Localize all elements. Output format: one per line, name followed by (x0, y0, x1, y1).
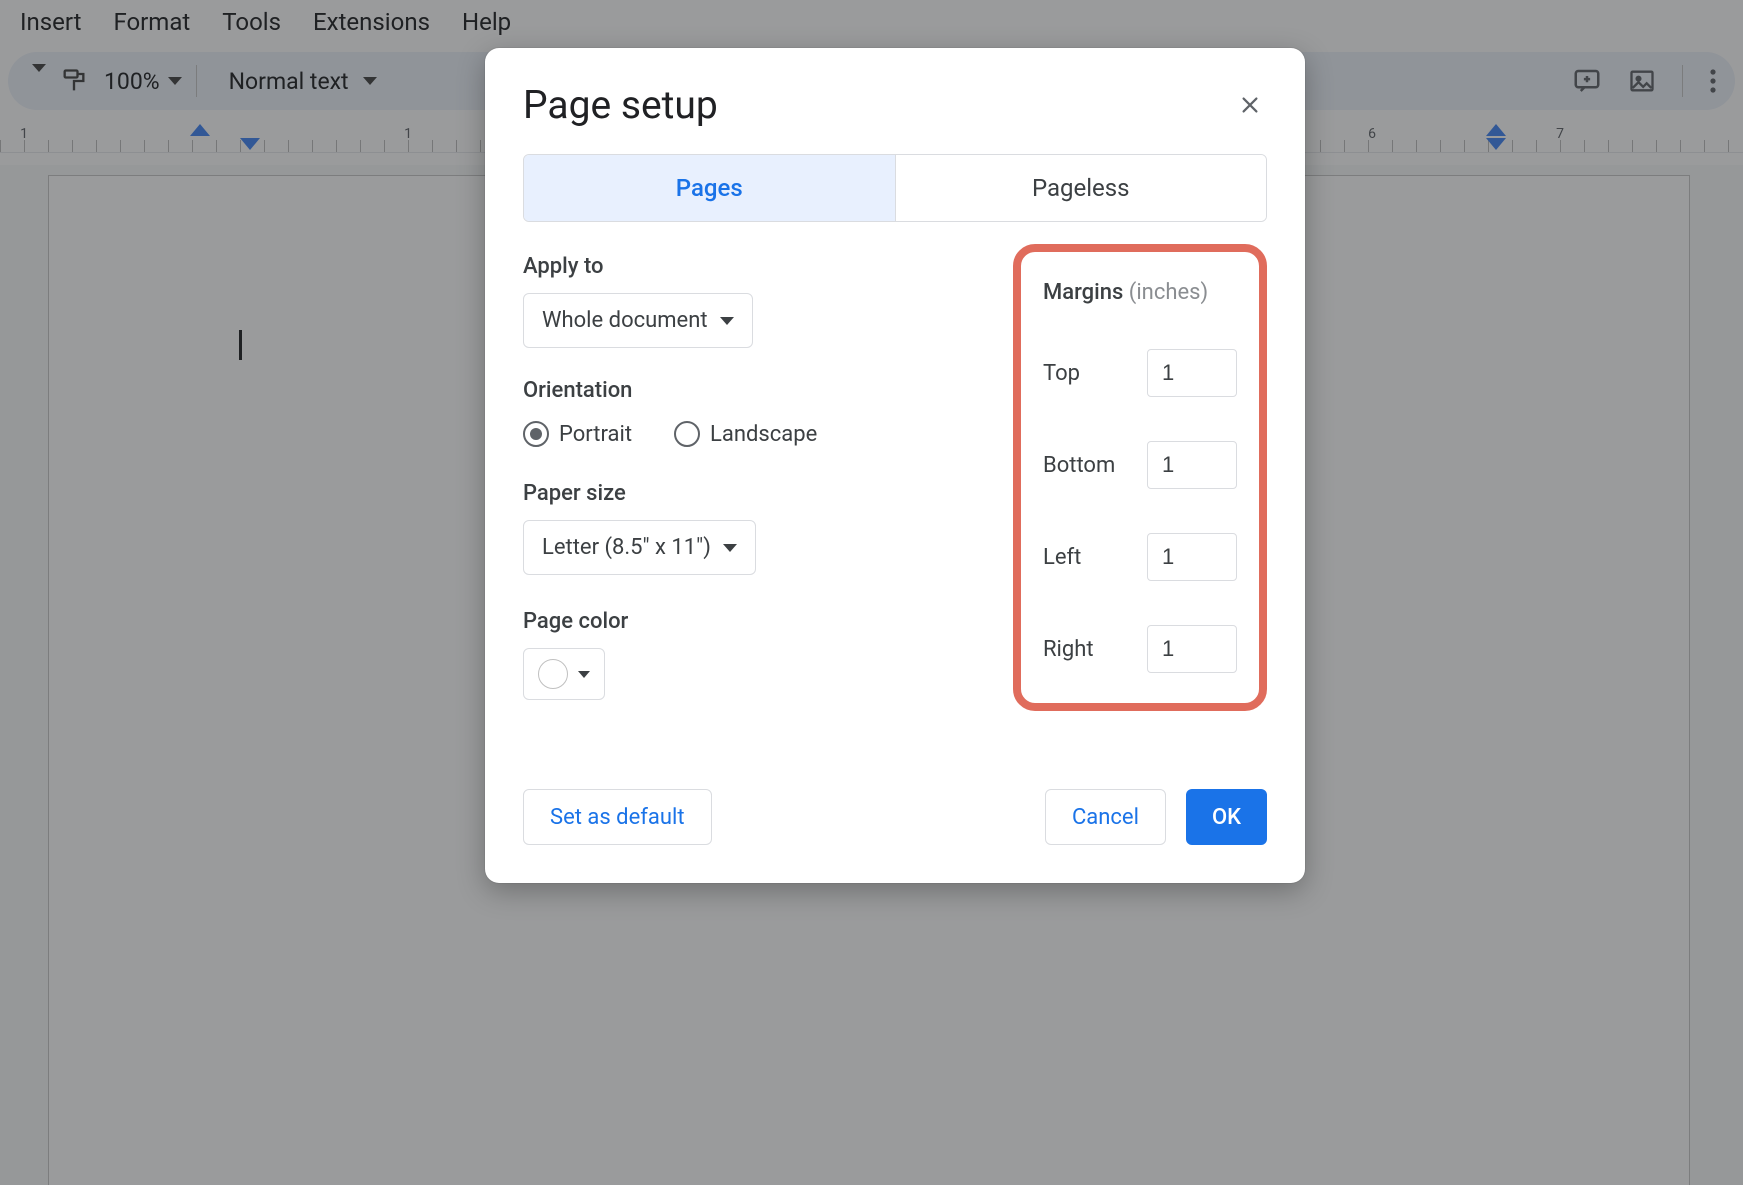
apply-to-dropdown[interactable]: Whole document (523, 293, 753, 348)
orientation-landscape-label: Landscape (710, 422, 817, 447)
margin-right-input[interactable] (1147, 625, 1237, 673)
apply-to-label: Apply to (523, 254, 1003, 279)
app-root: Insert Format Tools Extensions Help 100%… (0, 0, 1743, 1185)
margins-unit: (inches) (1129, 280, 1208, 305)
page-color-label: Page color (523, 609, 1003, 634)
paper-size-value: Letter (8.5" x 11") (542, 535, 711, 560)
margin-top-input[interactable] (1147, 349, 1237, 397)
cancel-button[interactable]: Cancel (1045, 789, 1166, 845)
orientation-portrait-label: Portrait (559, 422, 632, 447)
close-button[interactable] (1233, 88, 1267, 122)
margins-label: Margins (inches) (1043, 280, 1237, 305)
apply-to-value: Whole document (542, 308, 708, 333)
chevron-down-icon (578, 671, 590, 678)
orientation-landscape-radio[interactable]: Landscape (674, 421, 817, 447)
page-color-dropdown[interactable] (523, 648, 605, 700)
margin-left-input[interactable] (1147, 533, 1237, 581)
chevron-down-icon (723, 544, 737, 552)
margin-bottom-input[interactable] (1147, 441, 1237, 489)
dialog-title: Page setup (523, 82, 718, 128)
set-as-default-button[interactable]: Set as default (523, 789, 712, 845)
margins-label-text: Margins (1043, 280, 1123, 305)
page-setup-dialog: Page setup Pages Pageless Apply to Whole… (485, 48, 1305, 883)
margin-bottom-label: Bottom (1043, 453, 1115, 478)
right-column: Margins (inches) Top Bottom Left (1013, 254, 1267, 711)
margin-top-label: Top (1043, 361, 1080, 386)
color-swatch-icon (538, 659, 568, 689)
margin-left-label: Left (1043, 545, 1081, 570)
radio-icon (674, 421, 700, 447)
close-icon (1239, 94, 1261, 116)
paper-size-dropdown[interactable]: Letter (8.5" x 11") (523, 520, 756, 575)
margins-section-highlight: Margins (inches) Top Bottom Left (1013, 244, 1267, 711)
radio-icon (523, 421, 549, 447)
paper-size-label: Paper size (523, 481, 1003, 506)
tab-pages[interactable]: Pages (524, 155, 895, 221)
tabs: Pages Pageless (523, 154, 1267, 222)
dialog-footer: Set as default Cancel OK (523, 789, 1267, 845)
chevron-down-icon (720, 317, 734, 325)
left-column: Apply to Whole document Orientation Port… (523, 254, 1003, 711)
ok-button[interactable]: OK (1186, 789, 1267, 845)
margin-right-label: Right (1043, 637, 1094, 662)
orientation-label: Orientation (523, 378, 1003, 403)
orientation-portrait-radio[interactable]: Portrait (523, 421, 632, 447)
tab-pageless[interactable]: Pageless (895, 155, 1267, 221)
